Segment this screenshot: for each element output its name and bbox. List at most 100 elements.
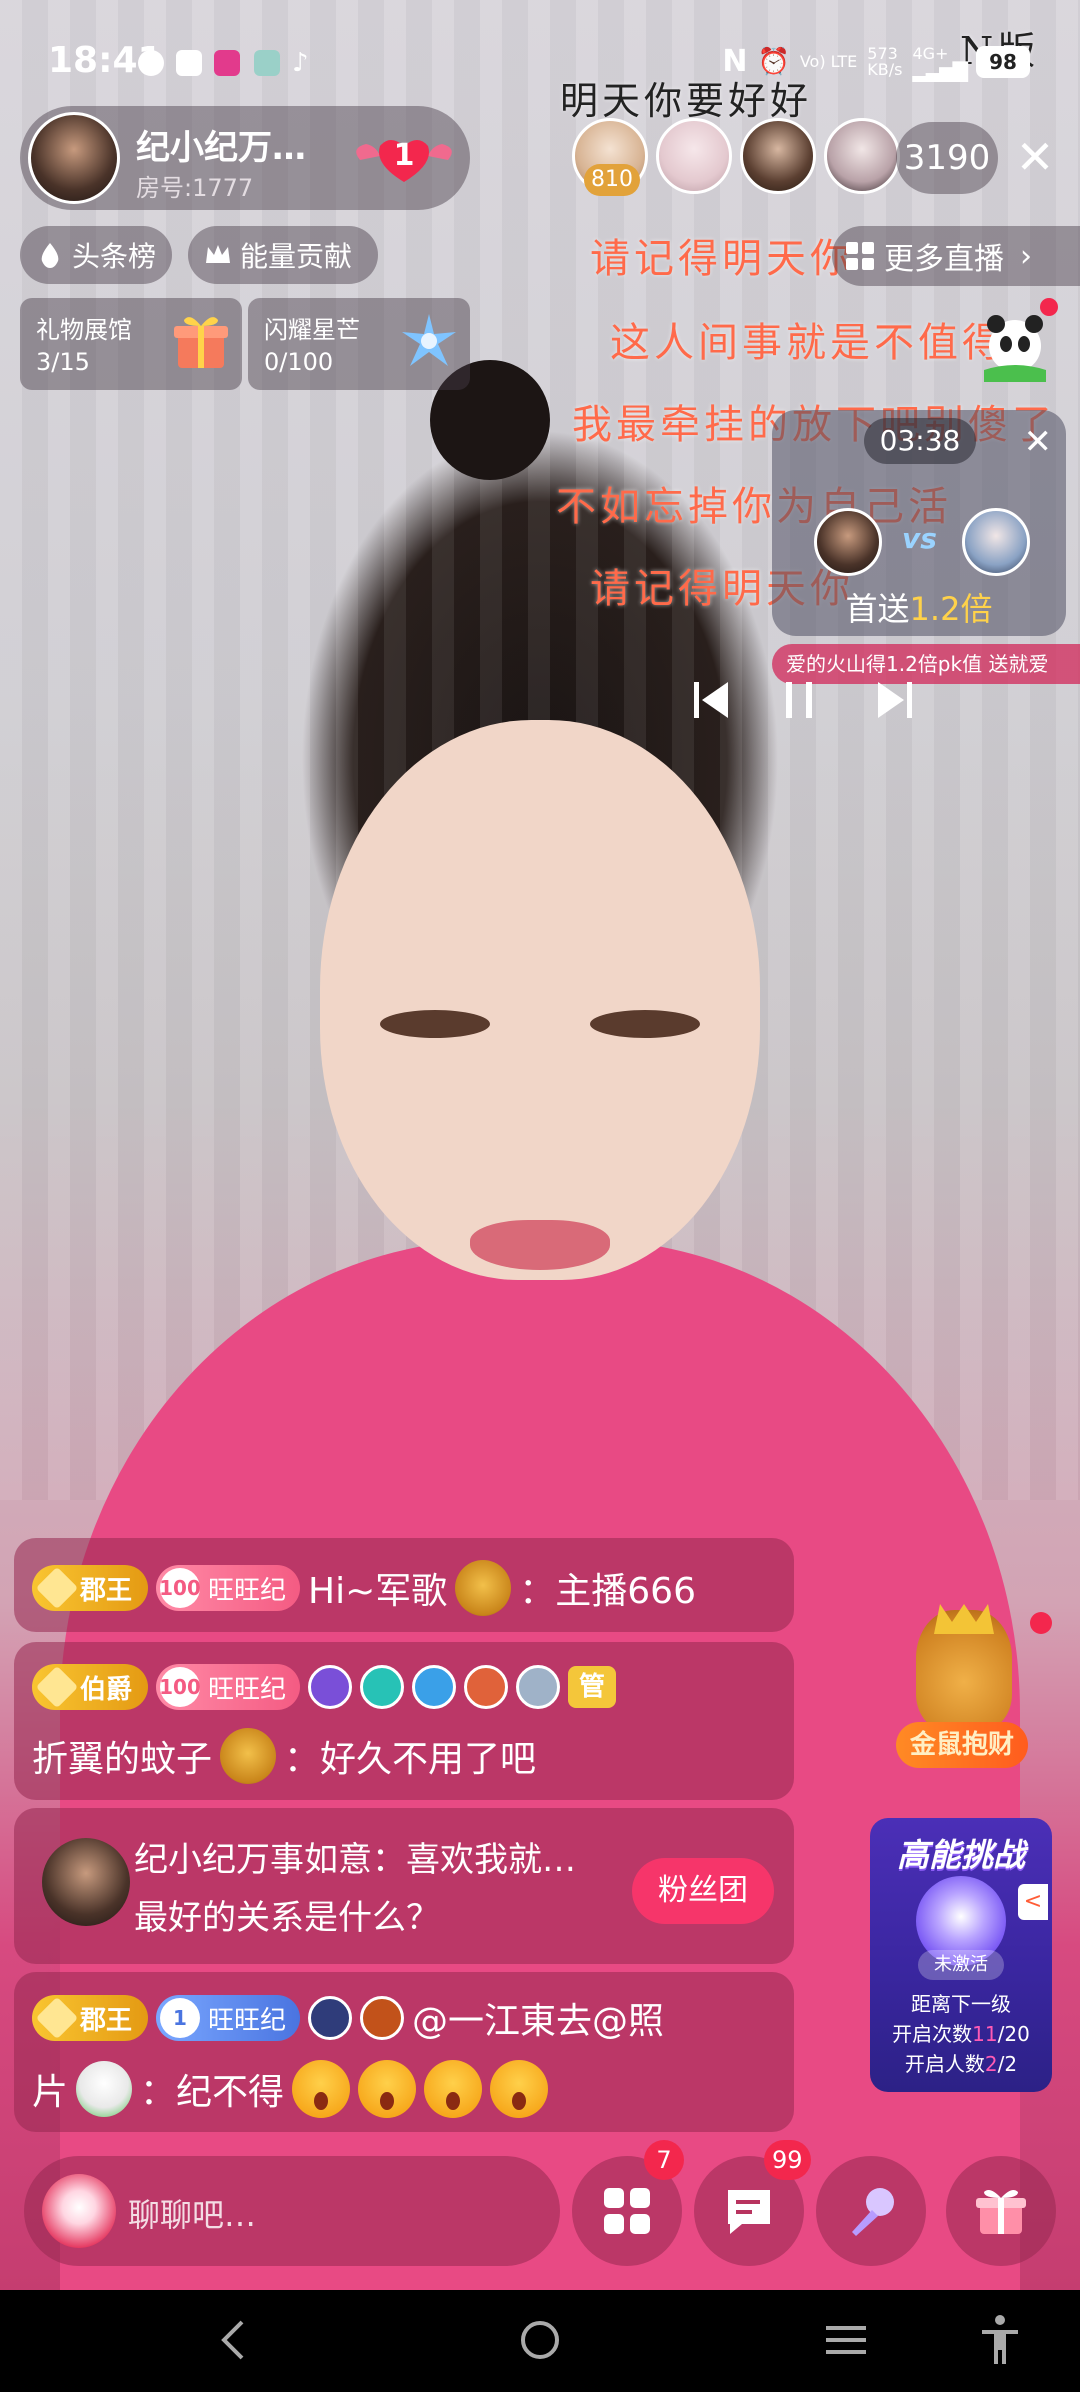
host-prompt-avatar [42,1838,130,1926]
wow-emoji-icon [490,2060,549,2118]
fan-name: 旺旺纪 [208,1575,287,1606]
pk-opponent-avatar[interactable] [962,508,1030,576]
open-times-total: /20 [997,2022,1030,2046]
wow-emoji-icon [358,2060,417,2118]
challenge-next-level: 距离下一级 [911,1992,1011,2016]
chat-username[interactable]: @一江東去@照 [412,1992,664,2044]
shining-star-card[interactable]: 闪耀星芒 0/100 [248,298,470,390]
online-count[interactable]: 3190 [896,122,998,194]
chat-username-cont[interactable]: 片 [32,2063,68,2115]
back-icon[interactable] [206,2310,266,2370]
shining-star-title: 闪耀星芒 [264,316,360,344]
grid-icon [846,242,874,270]
host-info[interactable]: 纪小纪万… 房号:1777 1 [20,106,470,210]
gift-hall-card[interactable]: 礼物展馆 3/15 [20,298,242,390]
pk-host-avatar[interactable] [814,508,882,576]
host-prompt-card[interactable]: 纪小纪万事如意：喜欢我就… 最好的关系是什么？ 粉丝团 [14,1808,794,1964]
fan-level: 1 [160,1998,201,2038]
headline-rank-chip[interactable]: 头条榜 [20,226,172,284]
golden-mouse-label[interactable]: 金鼠抱财 [896,1722,1028,1768]
challenge-status: 未激活 [918,1950,1004,1980]
open-times-value: 11 [972,2022,998,2046]
network-speed: 573 KB/s [867,45,903,79]
open-people-value: 2 [984,2052,998,2076]
gallery-icon [254,50,280,76]
pk-vs-label: vs [902,522,937,555]
close-icon[interactable]: ✕ [1010,132,1060,182]
fan-badge: 100 旺旺纪 [156,1565,301,1611]
chat-text: ：纪不得 [140,2072,285,2113]
rank-label: 伯爵 [80,1674,133,1705]
alarm-icon: ⏰ [757,46,790,77]
fan-name: 旺旺纪 [208,1674,287,1705]
lyric-line-2: 请记得明天你 [590,236,854,282]
accessibility-icon[interactable] [970,2310,1030,2370]
challenge-open-people: 开启人数2/2 [870,2048,1052,2077]
pk-close-icon[interactable]: ✕ [1024,422,1053,462]
mic-button[interactable] [816,2156,926,2266]
fans-club-button[interactable]: 粉丝团 [632,1858,774,1924]
home-icon[interactable] [510,2310,570,2370]
chat-placeholder: 聊聊吧… [128,2196,257,2234]
apps-grid-icon [604,2188,650,2234]
message-icon [728,2190,770,2234]
viewer-avatar-3[interactable] [740,118,816,194]
diamond-icon [35,1665,79,1709]
viewer-avatar-4[interactable] [824,118,900,194]
fan-level: 100 [159,1568,201,1608]
recents-icon[interactable] [816,2310,876,2370]
wow-emoji-icon [292,2060,351,2118]
chat-text: ：好久不用了吧 [284,1739,537,1780]
pk-battle-card[interactable]: 03:38 ✕ vs 首送1.2倍 [772,410,1066,636]
rank-label: 郡王 [80,1575,133,1606]
pk-bonus-text: 首送1.2倍 [772,584,1066,630]
robot-assistant-icon[interactable] [42,2174,116,2248]
follow-count: 1 [393,138,415,173]
next-track-icon[interactable] [870,668,920,732]
more-live-button[interactable]: 更多直播 › [832,226,1080,286]
pk-bonus-prefix: 首送 [845,590,910,628]
pk-bonus-value: 1.2倍 [909,590,993,628]
crown-icon [206,245,230,263]
manager-badge: 管 [568,1666,617,1708]
video-face [320,720,760,1280]
host-avatar[interactable] [28,112,120,204]
chat-message-1[interactable]: 郡王 100 旺旺纪 Hi~军歌 ：主播666 [14,1538,794,1632]
open-people-label: 开启人数 [904,2052,985,2076]
chat-message-2-badges: 伯爵 100 旺旺纪 管 [32,1664,617,1710]
viewer-avatar-2[interactable] [656,118,732,194]
pk-timer: 03:38 [864,418,976,464]
chat-username[interactable]: Hi~军歌 [308,1562,447,1614]
chat-message-2-line: 折翼的蚊子 ：好久不用了吧 [32,1728,536,1784]
orange-medal-icon [360,1996,405,2040]
chat-input[interactable]: 聊聊吧… [24,2156,560,2266]
high-energy-challenge-card[interactable]: 高能挑战 未激活 距离下一级 开启次数11/20 开启人数2/2 [870,1818,1052,2092]
challenge-side-tab[interactable]: < [1018,1884,1048,1920]
energy-contribution-chip[interactable]: 能量贡献 [188,226,378,284]
chat-message-4-line-2: 片 ：纪不得 [32,2060,549,2118]
app-6-icon [214,50,240,76]
host-name: 纪小纪万… [136,128,306,168]
wow-emoji-icon [424,2060,483,2118]
panda-notification-dot [1040,298,1058,316]
chat-message-4[interactable]: 郡王 1 旺旺纪 @一江東去@照 片 ：纪不得 [14,1972,794,2132]
gift-hall-title: 礼物展馆 [36,316,132,344]
gift-icon [976,2190,1026,2234]
rank-badge: 郡王 [32,1565,149,1611]
follow-button[interactable]: 1 [350,130,458,188]
chat-username[interactable]: 折翼的蚊子 [32,1730,212,1782]
previous-track-icon[interactable] [686,668,736,732]
chat-text: ：主播666 [519,1571,696,1612]
headline-rank-label: 头条榜 [72,240,157,273]
battery-icon: 98 [976,45,1030,78]
gift-box-icon [174,317,228,368]
nfc-icon: N [722,44,748,79]
chat-message-2[interactable]: 伯爵 100 旺旺纪 管 折翼的蚊子 ：好久不用了吧 [14,1642,794,1800]
pause-icon[interactable] [774,668,824,732]
fan-badge: 100 旺旺纪 [156,1664,301,1710]
status-bar: 18:41 ♪ N ⏰ Vo) LTE 573 KB/s 4G+ ▂▃▅▇ 98 [0,0,1080,120]
network-speed-unit: KB/s [867,59,903,79]
viewer-score-badge: 810 [584,164,640,196]
gift-button[interactable] [946,2156,1056,2266]
host-prompt-line-1: 纪小纪万事如意：喜欢我就… [134,1840,576,1880]
